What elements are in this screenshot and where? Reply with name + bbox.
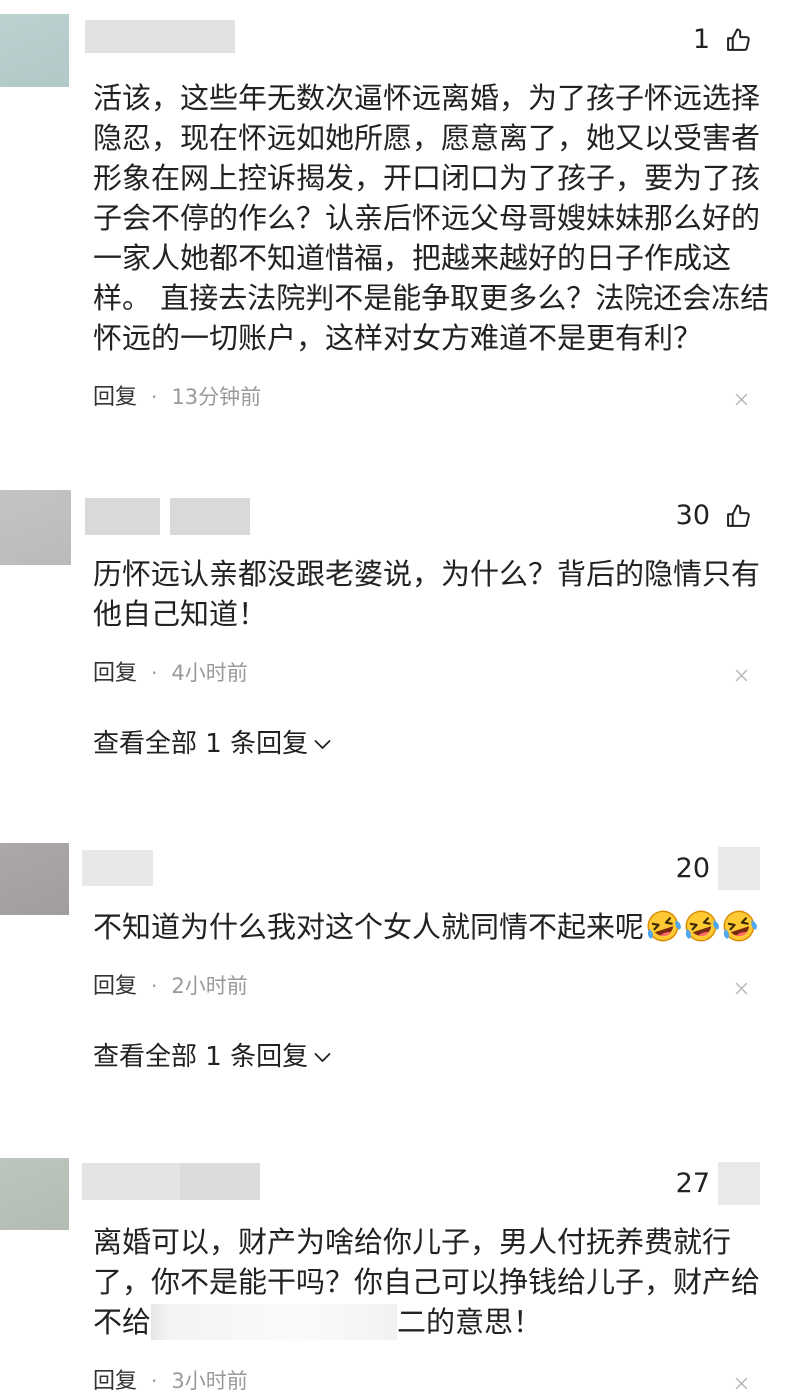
comment-text-line: 样。 直接去法院判不是能争取更多么？法院还会冻结 [93, 281, 770, 315]
close-icon[interactable] [735, 669, 748, 682]
like-count: 1 [692, 24, 710, 55]
meta-separator: · [151, 1369, 158, 1393]
like-count: 20 [675, 852, 710, 884]
comment-meta: 回复 · 2小时前 [0, 972, 806, 1000]
like-count: 27 [675, 1167, 710, 1199]
avatar[interactable] [0, 14, 69, 87]
like-icon-redacted [718, 847, 760, 890]
username-redacted[interactable] [82, 850, 153, 886]
thumbs-up-icon [724, 26, 752, 54]
comment-text-line: 不给 二的意思！ [93, 1302, 776, 1342]
view-replies-label: 查看全部 1 条回复 [93, 1042, 309, 1072]
comment-text-segment: 不给 [93, 1305, 152, 1339]
view-replies-label: 查看全部 1 条回复 [93, 729, 309, 759]
timestamp: 2小时前 [171, 974, 248, 998]
reply-button[interactable]: 回复 [93, 1369, 137, 1394]
reply-button[interactable]: 回复 [93, 661, 137, 686]
username-redacted[interactable] [82, 1163, 260, 1200]
reply-button[interactable]: 回复 [93, 974, 137, 999]
reply-button[interactable]: 回复 [93, 385, 137, 410]
avatar[interactable] [0, 490, 71, 565]
like-count: 30 [675, 500, 710, 531]
comment-text-line: 怀远的一切账户，这样对女方难道不是更有利？ [93, 321, 703, 355]
chevron-down-icon [314, 739, 331, 749]
meta-separator: · [151, 661, 158, 685]
comment-text-line: 历怀远认亲都没跟老婆说，为什么？背后的隐情只有 [93, 557, 761, 591]
close-icon[interactable] [735, 393, 748, 406]
comment-list: 1 活该，这些年无数次逼怀远离婚，为了孩子怀远选择 隐忍，现在怀远如她所愿，愿意… [0, 0, 806, 1398]
comment-text-segment: 二的意思！ [397, 1305, 543, 1339]
comment-text-line: 他自己知道！ [93, 597, 268, 631]
like-icon-redacted [718, 1162, 760, 1205]
view-replies-button[interactable]: 查看全部 1 条回复 [0, 1042, 806, 1072]
like-button[interactable]: 30 [676, 501, 752, 531]
comment-text: 活该，这些年无数次逼怀远离婚，为了孩子怀远选择 隐忍，现在怀远如她所愿，愿意离了… [0, 14, 806, 358]
comment-text-line: 不知道为什么我对这个女人就同情不起来呢 [93, 907, 776, 947]
timestamp: 4小时前 [171, 661, 248, 685]
comment-text-line: 一家人她都不知道惜福，把越来越好的日子作成这 [93, 241, 732, 275]
comment-meta: 回复 · 3小时前 [0, 1367, 806, 1395]
comment-meta: 回复 · 4小时前 [0, 659, 806, 687]
like-button[interactable]: 20 [676, 847, 760, 890]
laughing-crying-emoji-icon [682, 907, 720, 945]
close-icon[interactable] [735, 1377, 748, 1390]
comment-meta: 回复 · 13分钟前 [0, 383, 806, 411]
comment-text-line: 了，你不是能干吗？你自己可以挣钱给儿子，财产给 [93, 1265, 761, 1299]
comment: 20 不知道为什么我对这个女人就同情不起来呢 回复 · 2小时前 查看全部 1 条回… [0, 843, 806, 1072]
comment-text-line: 子会不停的作么？认亲后怀远父母哥嫂妹妹那么好的 [93, 201, 761, 235]
chevron-down-icon [314, 1052, 331, 1062]
comment-text-line: 活该，这些年无数次逼怀远离婚，为了孩子怀远选择 [93, 81, 761, 115]
comment-text-line: 形象在网上控诉揭发，开口闭口为了孩子，要为了孩 [93, 161, 761, 195]
username-redacted[interactable] [85, 20, 235, 53]
like-button[interactable]: 1 [693, 25, 752, 55]
laughing-crying-emoji-icon [644, 907, 682, 945]
comment: 27 离婚可以，财产为啥给你儿子，男人付抚养费就行 了，你不是能干吗？你自己可以… [0, 1158, 806, 1395]
comment-text-segment: 不知道为什么我对这个女人就同情不起来呢 [93, 910, 645, 944]
avatar[interactable] [0, 843, 69, 915]
thumbs-up-icon [724, 502, 752, 530]
timestamp: 13分钟前 [171, 385, 262, 409]
comment-text-line: 隐忍，现在怀远如她所愿，愿意离了，她又以受害者 [93, 121, 761, 155]
username-redacted[interactable] [170, 498, 250, 535]
view-replies-button[interactable]: 查看全部 1 条回复 [0, 729, 806, 759]
avatar[interactable] [0, 1158, 69, 1230]
laughing-crying-emoji-icon [720, 907, 758, 945]
comment-text-line: 离婚可以，财产为啥给你儿子，男人付抚养费就行 [93, 1225, 732, 1259]
meta-separator: · [151, 974, 158, 998]
comment: 30 历怀远认亲都没跟老婆说，为什么？背后的隐情只有 他自己知道！ 回复 · 4小时… [0, 490, 806, 759]
timestamp: 3小时前 [171, 1369, 248, 1393]
close-icon[interactable] [735, 982, 748, 995]
like-button[interactable]: 27 [676, 1162, 760, 1205]
comment: 1 活该，这些年无数次逼怀远离婚，为了孩子怀远选择 隐忍，现在怀远如她所愿，愿意… [0, 14, 806, 411]
redacted-text [151, 1304, 398, 1340]
username-redacted[interactable] [85, 498, 160, 535]
meta-separator: · [151, 385, 158, 409]
